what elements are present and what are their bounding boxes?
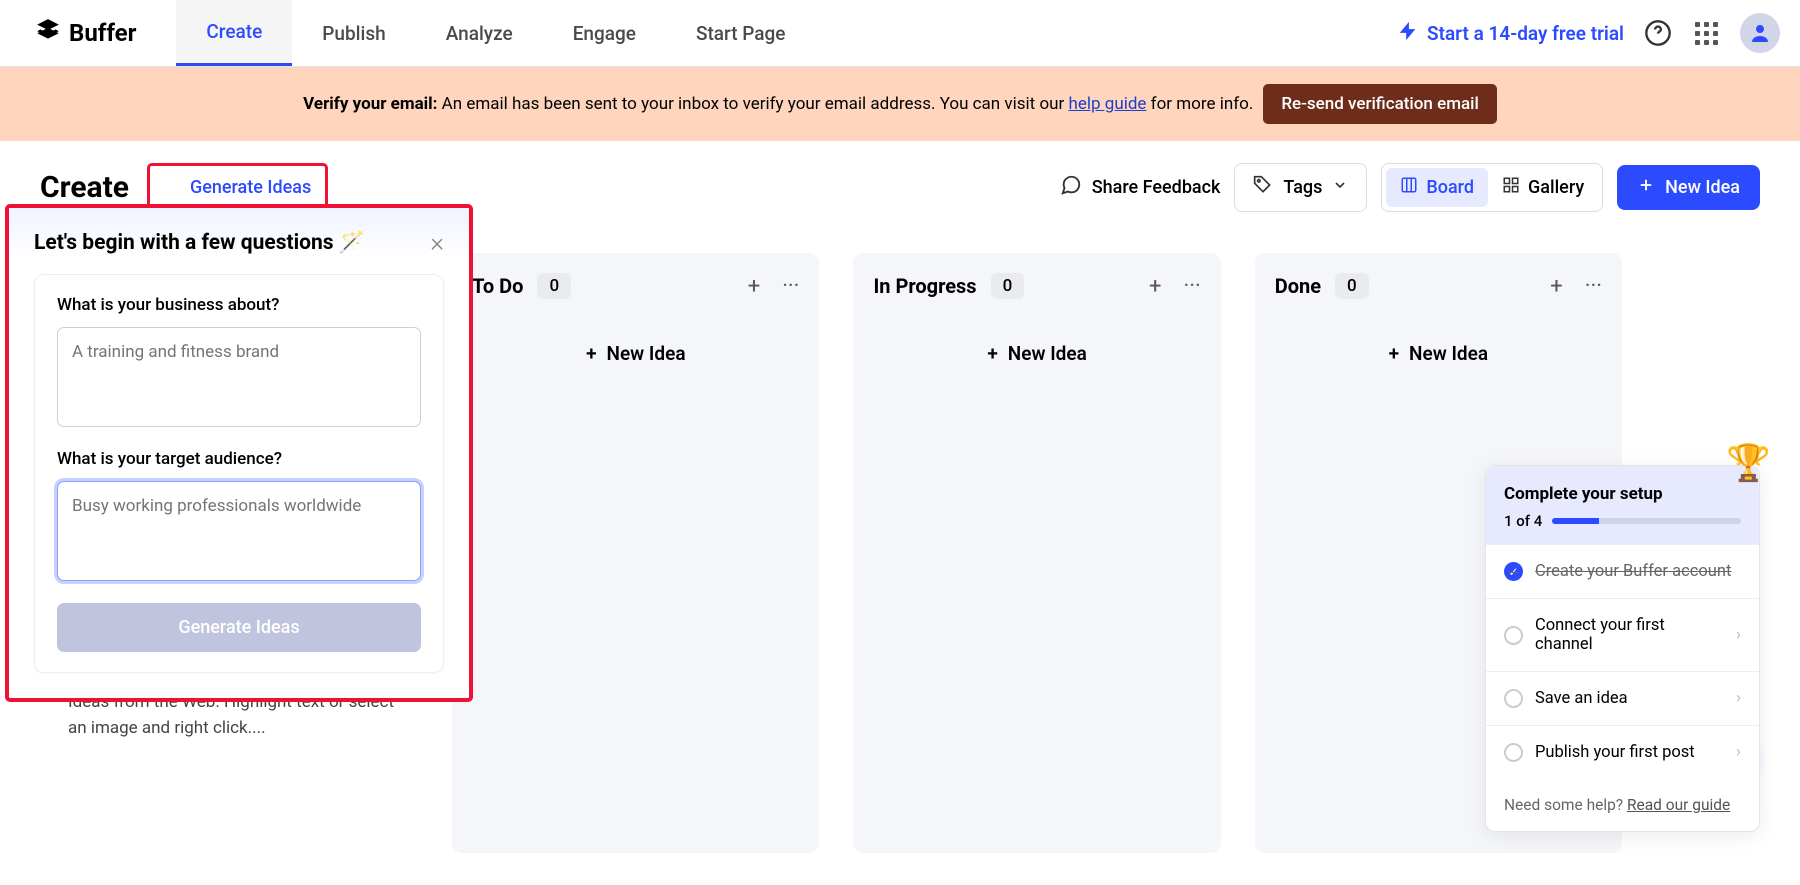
progress-bar <box>1552 518 1741 524</box>
help-guide-link[interactable]: help guide <box>1069 94 1147 114</box>
column-new-idea-button[interactable]: +New Idea <box>1275 327 1602 380</box>
column-new-idea-button[interactable]: +New Idea <box>873 327 1200 380</box>
plus-icon <box>1637 176 1655 199</box>
apps-icon[interactable] <box>1692 19 1720 47</box>
audience-input[interactable] <box>57 481 421 581</box>
circle-icon <box>1504 743 1523 762</box>
nav-start-page[interactable]: Start Page <box>666 0 816 66</box>
lightning-icon <box>1397 20 1419 47</box>
nav-engage[interactable]: Engage <box>543 0 666 66</box>
column-in-progress: In Progress 0 + ··· +New Idea <box>853 253 1220 853</box>
circle-icon <box>1504 689 1523 708</box>
setup-title: Complete your setup <box>1504 484 1741 504</box>
view-toggle: Board Gallery <box>1381 163 1603 212</box>
magic-wand-icon <box>164 176 182 199</box>
generate-ideas-popup: Let's begin with a few questions 🪄 × Wha… <box>5 204 473 702</box>
page-title: Create <box>40 170 129 205</box>
column-header: To Do 0 + ··· <box>472 273 799 299</box>
column-title: To Do <box>472 274 523 298</box>
column-header: Done 0 + ··· <box>1275 273 1602 299</box>
more-icon[interactable]: ··· <box>782 274 799 299</box>
generate-ideas-submit-button[interactable]: Generate Ideas <box>57 603 421 652</box>
verify-email-banner: Verify your email: An email has been sen… <box>0 67 1800 141</box>
share-feedback-button[interactable]: Share Feedback <box>1060 174 1221 201</box>
gallery-icon <box>1502 176 1520 199</box>
question-1-label: What is your business about? <box>57 295 421 315</box>
circle-icon <box>1504 626 1523 645</box>
count-badge: 0 <box>537 273 571 299</box>
header-right: Start a 14-day free trial <box>1397 13 1780 53</box>
column-actions: + ··· <box>748 274 800 299</box>
column-title: In Progress <box>873 274 976 298</box>
setup-progress: 1 of 4 <box>1504 512 1741 530</box>
brand-name: Buffer <box>69 19 136 47</box>
gallery-view-button[interactable]: Gallery <box>1488 168 1598 207</box>
more-icon[interactable]: ··· <box>1585 274 1602 299</box>
board-view-button[interactable]: Board <box>1386 168 1488 207</box>
plus-icon: + <box>1389 342 1399 365</box>
brand-logo[interactable]: Buffer <box>35 17 136 49</box>
chevron-right-icon: › <box>1736 626 1741 645</box>
setup-item-save-idea[interactable]: Save an idea › <box>1486 671 1759 725</box>
more-icon[interactable]: ··· <box>1183 274 1200 299</box>
setup-header: Complete your setup 1 of 4 <box>1486 466 1759 544</box>
popup-form: What is your business about? What is you… <box>34 274 444 673</box>
tag-icon <box>1253 175 1273 200</box>
count-badge: 0 <box>1335 273 1369 299</box>
trial-link[interactable]: Start a 14-day free trial <box>1397 20 1624 47</box>
count-badge: 0 <box>991 273 1025 299</box>
column-actions: + ··· <box>1149 274 1201 299</box>
resend-verification-button[interactable]: Re-send verification email <box>1263 84 1497 124</box>
popup-header: Let's begin with a few questions 🪄 × <box>34 228 444 258</box>
setup-item-connect-channel[interactable]: Connect your first channel › <box>1486 598 1759 671</box>
close-icon[interactable]: × <box>430 228 444 258</box>
nav-analyze[interactable]: Analyze <box>416 0 543 66</box>
board-icon <box>1400 176 1418 199</box>
column-actions: + ··· <box>1550 274 1602 299</box>
top-header: Buffer Create Publish Analyze Engage Sta… <box>0 0 1800 67</box>
column-todo: To Do 0 + ··· +New Idea <box>452 253 819 853</box>
user-avatar[interactable] <box>1740 13 1780 53</box>
setup-checklist: 🏆 Complete your setup 1 of 4 ✓ Create yo… <box>1485 465 1760 832</box>
main-nav: Create Publish Analyze Engage Start Page <box>176 0 815 66</box>
check-icon: ✓ <box>1504 562 1523 581</box>
add-icon[interactable]: + <box>748 274 760 299</box>
trophy-icon: 🏆 <box>1726 442 1771 484</box>
header-actions: Share Feedback Tags Board Gallery New Id… <box>1060 163 1760 212</box>
chevron-right-icon: › <box>1736 743 1741 762</box>
setup-footer: Need some help? Read our guide <box>1486 779 1759 831</box>
popup-title: Let's begin with a few questions 🪄 <box>34 231 365 255</box>
new-idea-button[interactable]: New Idea <box>1617 165 1760 210</box>
progress-text: 1 of 4 <box>1504 512 1542 530</box>
column-header: In Progress 0 + ··· <box>873 273 1200 299</box>
setup-item-publish-post[interactable]: Publish your first post › <box>1486 725 1759 779</box>
trial-text: Start a 14-day free trial <box>1427 22 1624 45</box>
add-icon[interactable]: + <box>1149 274 1161 299</box>
business-input[interactable] <box>57 327 421 427</box>
nav-publish[interactable]: Publish <box>292 0 415 66</box>
read-guide-link[interactable]: Read our guide <box>1627 796 1730 814</box>
buffer-logo-icon <box>35 17 61 49</box>
question-2-label: What is your target audience? <box>57 449 421 469</box>
plus-icon: + <box>586 342 596 365</box>
nav-create[interactable]: Create <box>176 0 292 66</box>
chevron-down-icon <box>1332 177 1348 198</box>
chat-icon <box>1060 174 1082 201</box>
chevron-right-icon: › <box>1736 689 1741 708</box>
add-icon[interactable]: + <box>1550 274 1562 299</box>
banner-text: Verify your email: An email has been sen… <box>303 94 1253 114</box>
tags-button[interactable]: Tags <box>1234 163 1367 212</box>
column-new-idea-button[interactable]: +New Idea <box>472 327 799 380</box>
column-title: Done <box>1275 274 1321 298</box>
help-icon[interactable] <box>1644 19 1672 47</box>
plus-icon: + <box>987 342 997 365</box>
setup-item-create-account[interactable]: ✓ Create your Buffer account <box>1486 544 1759 598</box>
